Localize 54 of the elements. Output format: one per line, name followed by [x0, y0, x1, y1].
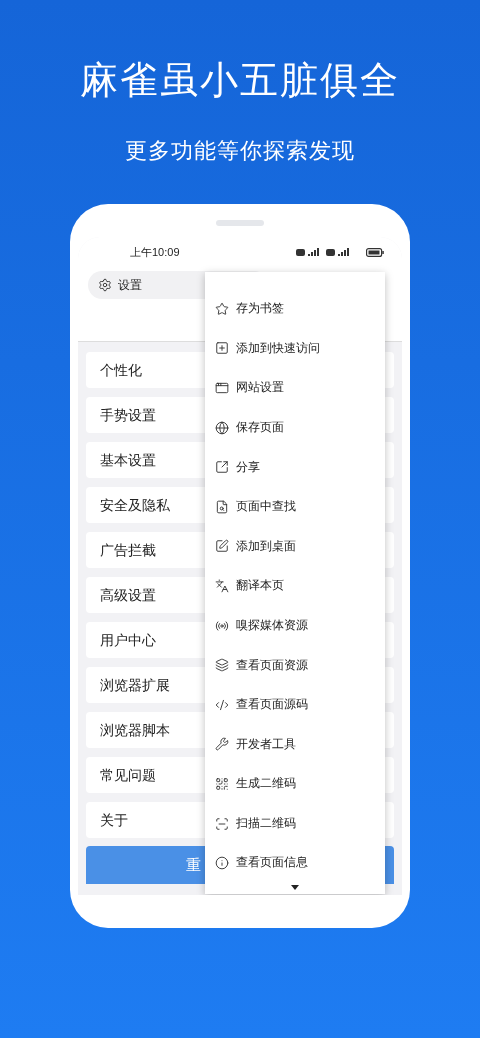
plus-square-icon — [215, 341, 229, 356]
menu-item[interactable]: 开发者工具 — [205, 724, 385, 765]
menu-item-label: 查看页面资源 — [236, 657, 308, 673]
qr-code-icon — [215, 776, 229, 791]
menu-item[interactable]: 网站设置 — [205, 368, 385, 408]
menu-item[interactable]: 添加到快速访问 — [205, 328, 385, 369]
translate-icon — [215, 578, 229, 593]
find-in-page-icon — [215, 499, 229, 514]
star-icon — [215, 301, 229, 316]
menu-item-label: 生成二维码 — [236, 776, 296, 792]
add-to-desktop-icon — [215, 539, 229, 554]
menu-item-label: 查看页面信息 — [236, 855, 308, 871]
menu-item[interactable]: 查看页面信息 — [205, 843, 385, 883]
menu-item-label: 页面中查找 — [236, 499, 296, 515]
code-icon — [215, 697, 229, 712]
share-icon — [215, 460, 229, 475]
menu-item-label: 网站设置 — [236, 380, 284, 396]
menu-item-label: 翻译本页 — [236, 578, 284, 594]
subheadline: 更多功能等你探索发现 — [125, 137, 355, 165]
menu-item[interactable]: 查看页面资源 — [205, 645, 385, 685]
signal-icon — [308, 248, 319, 256]
layers-icon — [215, 658, 229, 673]
info-icon — [215, 856, 229, 871]
status-time: 上午10:09 — [130, 244, 180, 260]
menu-item[interactable]: 翻译本页 — [205, 566, 385, 606]
globe-icon — [215, 420, 229, 435]
signal-icon — [338, 248, 349, 256]
menu-item-label: 开发者工具 — [236, 736, 296, 752]
scan-icon — [215, 816, 229, 831]
menu-item[interactable]: 分享 — [205, 447, 385, 487]
menu-item[interactable]: 存为书签 — [205, 289, 385, 329]
phone-speaker — [216, 220, 264, 226]
menu-item[interactable]: 嗅探媒体资源 — [205, 605, 385, 646]
menu-item[interactable]: 生成二维码 — [205, 764, 385, 804]
window-icon — [215, 381, 229, 395]
signal-waves-icon — [215, 618, 229, 633]
menu-item[interactable]: 添加到桌面 — [205, 526, 385, 567]
menu-item-label: 添加到桌面 — [236, 538, 296, 554]
menu-item[interactable]: 查看页面源码 — [205, 684, 385, 725]
settings-icon — [98, 278, 112, 292]
menu-item-label: 嗅探媒体资源 — [236, 617, 308, 633]
menu-item-label: 添加到快速访问 — [236, 340, 320, 356]
menu-item-label: 分享 — [236, 459, 260, 475]
menu-item[interactable]: 扫描二维码 — [205, 803, 385, 844]
menu-item-label: 保存页面 — [236, 419, 284, 435]
menu-item[interactable]: 保存页面 — [205, 407, 385, 448]
battery-icon — [366, 247, 384, 257]
wrench-icon — [215, 737, 229, 752]
menu-item-label: 存为书签 — [236, 301, 284, 317]
page-title: 设置 — [118, 277, 142, 294]
menu-item[interactable]: 页面中查找 — [205, 486, 385, 527]
menu-item-label: 扫描二维码 — [236, 815, 296, 831]
headline: 麻雀虽小五脏俱全 — [80, 58, 400, 103]
menu-item-label: 查看页面源码 — [236, 697, 308, 713]
